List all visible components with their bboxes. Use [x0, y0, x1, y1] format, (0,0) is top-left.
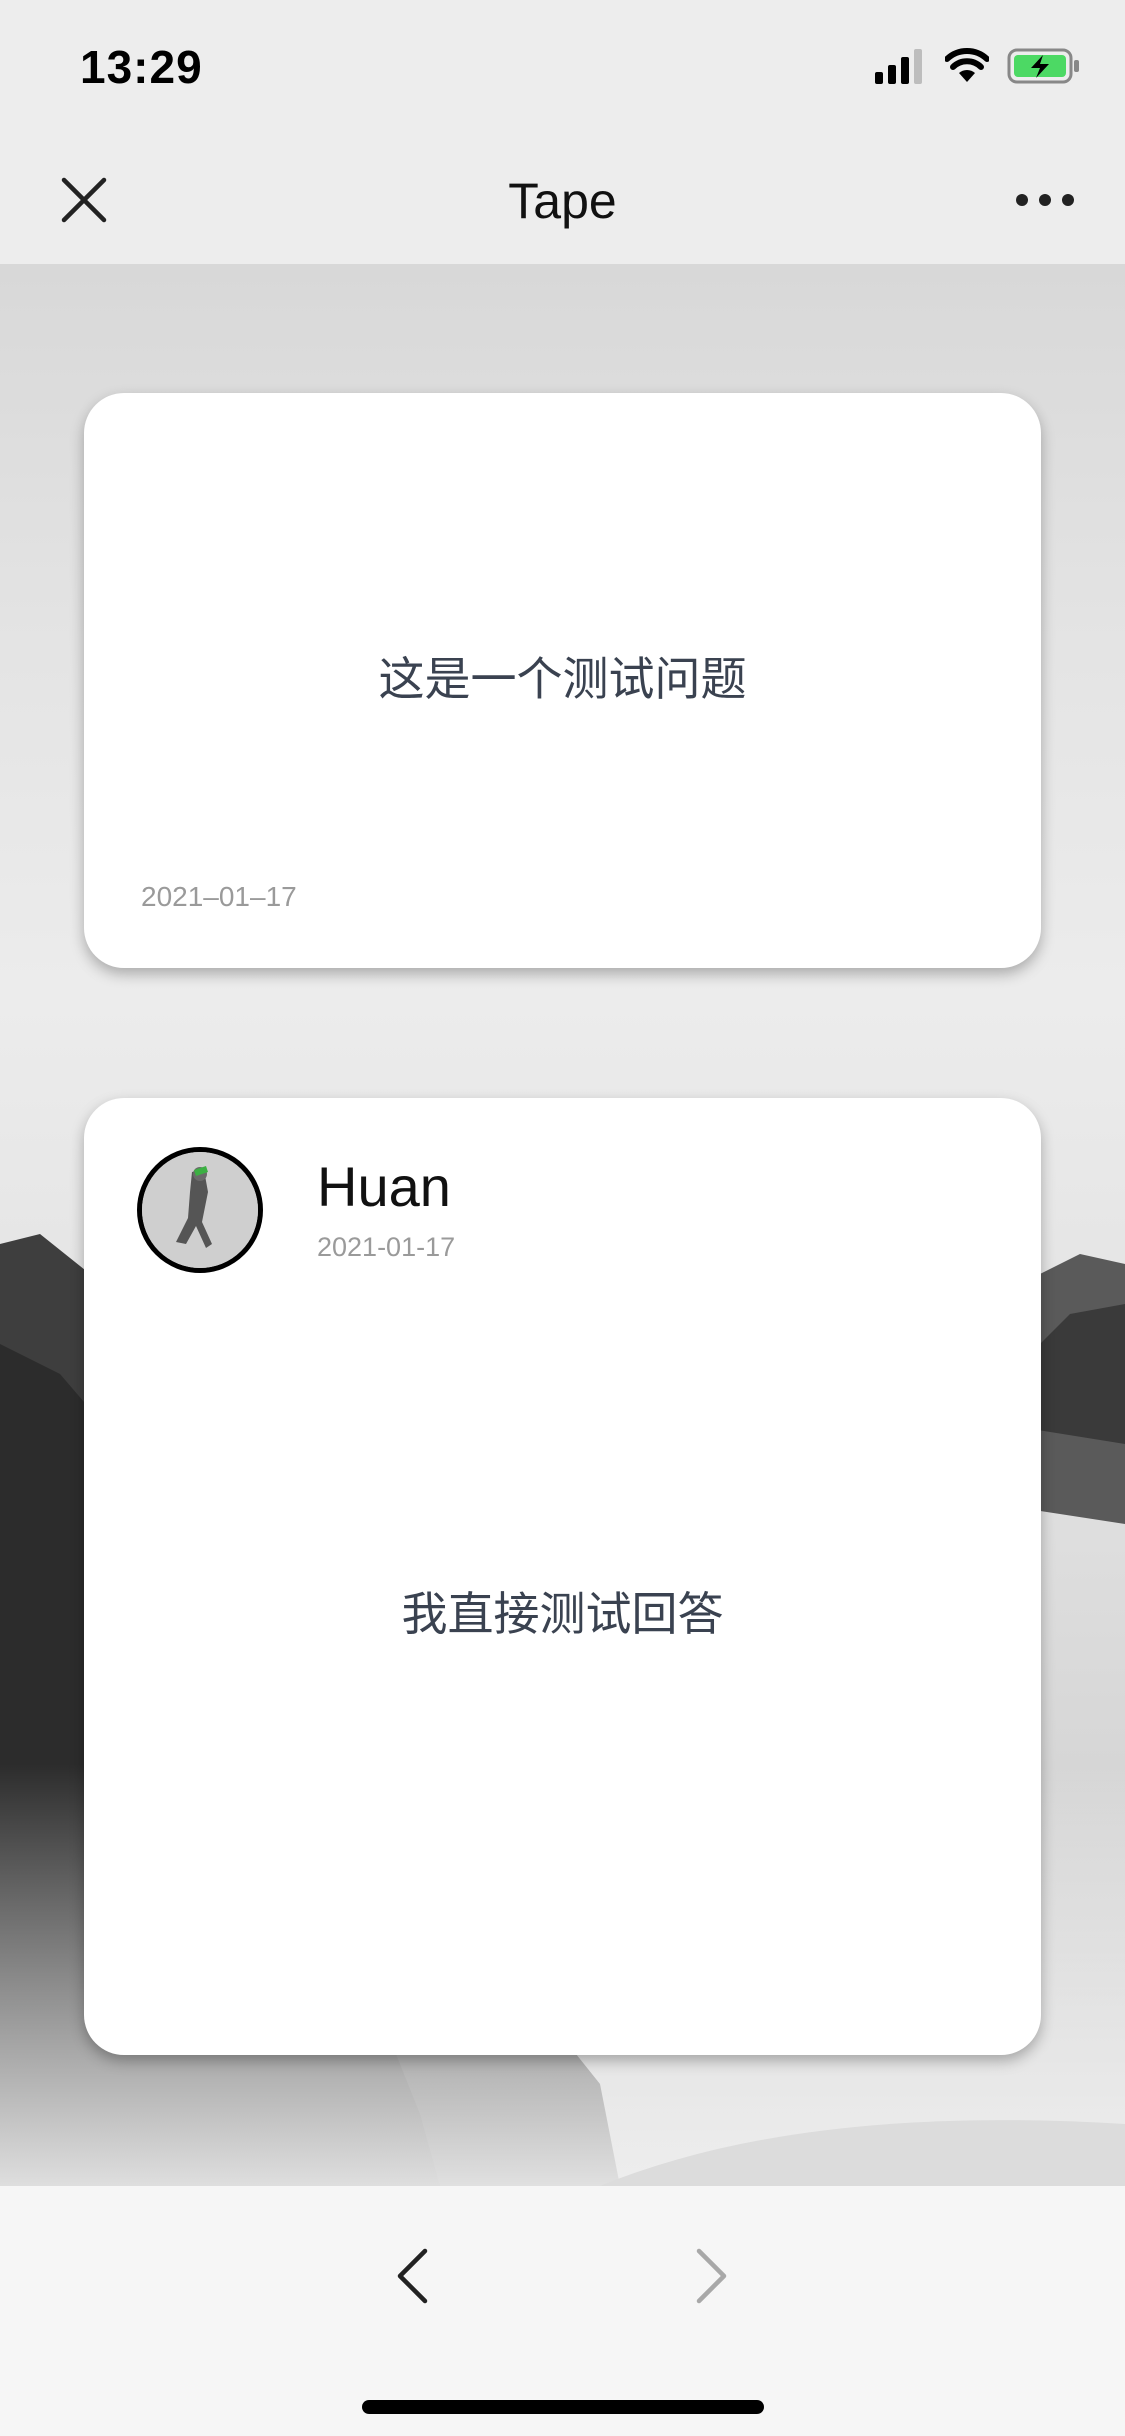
avatar[interactable]	[137, 1147, 263, 1273]
author-name: Huan	[317, 1155, 451, 1218]
chevron-left-icon	[397, 2248, 428, 2304]
signal-icon	[875, 48, 927, 89]
home-indicator	[362, 2400, 764, 2414]
status-time: 13:29	[80, 41, 203, 93]
more-icon	[1016, 194, 1074, 206]
next-button[interactable]	[680, 2236, 744, 2316]
answer-text: 我直接测试回答	[401, 1587, 724, 1641]
answer-date: 2021-01-17	[317, 1232, 456, 1262]
more-button[interactable]	[1005, 168, 1085, 232]
status-icons	[875, 46, 1081, 90]
wifi-icon	[944, 47, 990, 89]
question-text: 这是一个测试问题	[378, 652, 747, 706]
battery-icon	[1007, 47, 1081, 90]
chevron-right-icon	[696, 2248, 727, 2304]
question-card[interactable]: 这是一个测试问题 2021–01–17	[84, 393, 1041, 968]
nav-bar: Tape	[0, 132, 1125, 264]
bottom-toolbar	[0, 2186, 1125, 2436]
previous-button[interactable]	[380, 2236, 444, 2316]
status-bar: 13:29	[0, 0, 1125, 132]
content-area[interactable]: 这是一个测试问题 2021–01–17 Huan 2021-01-17 我直接测…	[0, 264, 1125, 2186]
page-title: Tape	[508, 173, 617, 229]
question-date: 2021–01–17	[141, 881, 297, 912]
answer-card[interactable]: Huan 2021-01-17 我直接测试回答	[84, 1098, 1041, 2055]
